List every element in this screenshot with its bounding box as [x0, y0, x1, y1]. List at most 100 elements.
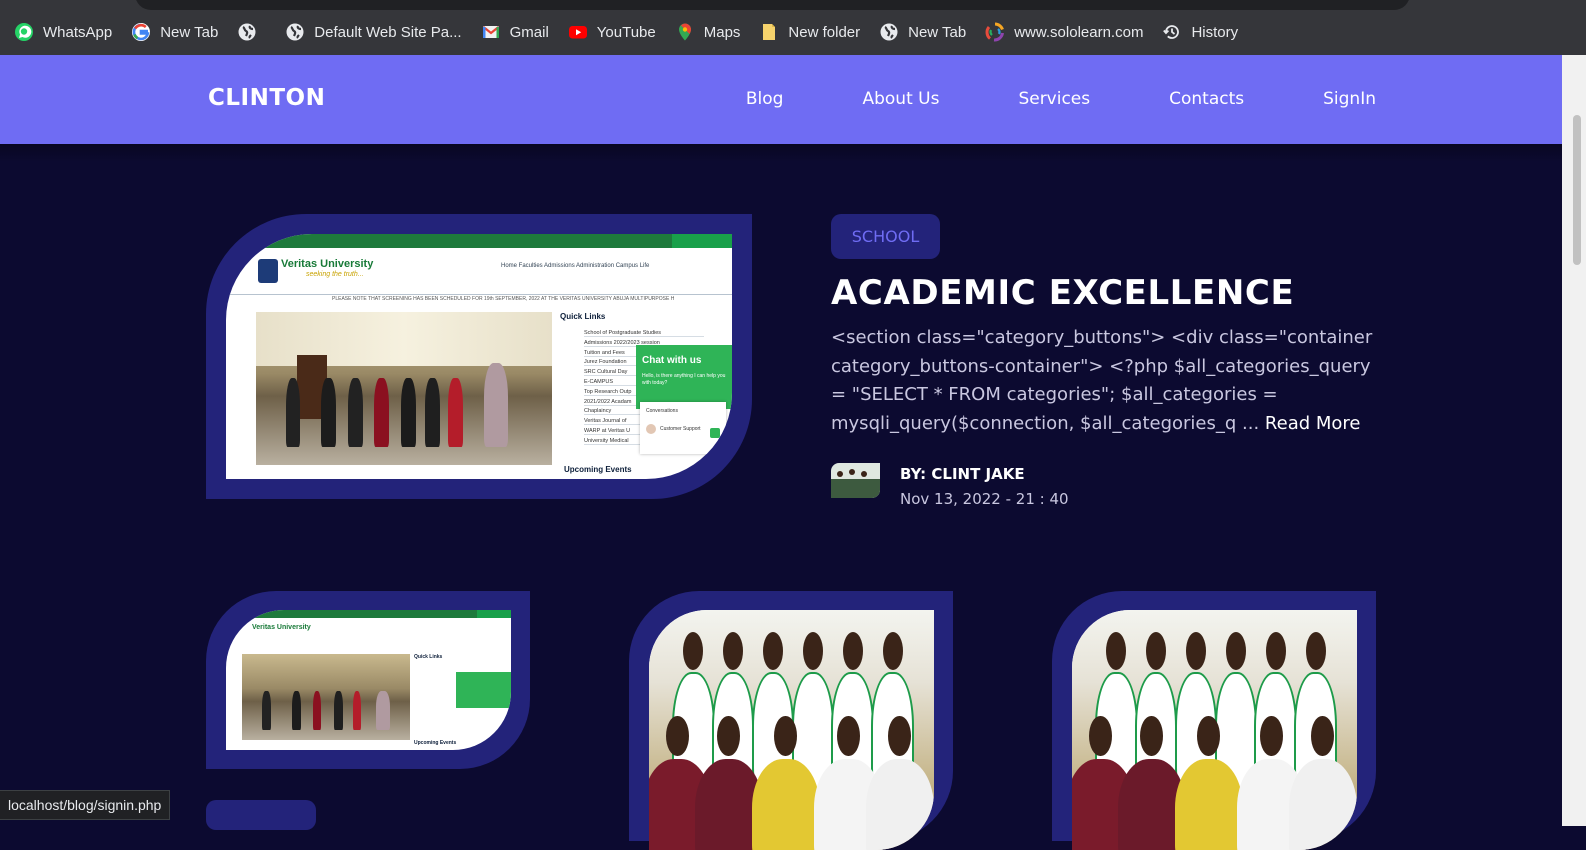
photo-person	[292, 691, 301, 730]
thumbnail-divider	[226, 294, 732, 295]
site-logo[interactable]: CLINTON	[208, 85, 325, 111]
photo-person-head	[842, 631, 863, 670]
support-avatar-icon	[646, 424, 656, 434]
thumbnail-chat-subtitle: Hello, is there anything I can help you …	[642, 373, 726, 386]
bookmarks-bar: WhatsApp New Tab Default Web Site Pa... …	[0, 14, 1586, 50]
photo-person-head	[1260, 715, 1283, 757]
photo-person	[865, 758, 934, 850]
photo-person-head	[666, 715, 689, 757]
photo-person	[352, 691, 362, 730]
sololearn-icon	[985, 22, 1005, 42]
photo-person-head	[802, 631, 823, 670]
bookmark-youtube[interactable]: YouTube	[568, 22, 656, 42]
bookmark-globe[interactable]	[237, 22, 266, 42]
nav-link-blog[interactable]: Blog	[746, 89, 784, 109]
thumbnail-notice: PLEASE NOTE THAT SCREENING HAS BEEN SCHE…	[332, 296, 675, 302]
photo-person	[285, 377, 301, 447]
photo-person-head	[837, 715, 860, 757]
thumbnail-ecampus-badge	[477, 610, 511, 618]
photo-person	[312, 691, 321, 730]
featured-post-title[interactable]: ACADEMIC EXCELLENCE	[831, 273, 1294, 313]
bookmark-sololearn[interactable]: www.sololearn.com	[985, 22, 1143, 42]
thumbnail-logo-text: Veritas University	[281, 258, 374, 270]
read-more-link[interactable]: Read More	[1265, 413, 1361, 434]
bookmark-new-tab-2[interactable]: New Tab	[879, 22, 966, 42]
thumbnail-chat-card: Conversations Customer Support	[640, 402, 726, 454]
post-card-image	[649, 610, 934, 850]
post-author: BY: CLINT JAKE	[900, 465, 1025, 483]
post-card-thumbnail[interactable]	[1052, 591, 1376, 850]
browser-toolbar: WhatsApp New Tab Default Web Site Pa... …	[0, 0, 1586, 55]
photo-person-head	[1089, 715, 1112, 757]
bookmark-maps[interactable]: Maps	[675, 22, 740, 42]
photo-person-head	[683, 631, 704, 670]
bookmark-new-tab[interactable]: New Tab	[131, 22, 218, 42]
post-card-thumbnail[interactable]	[629, 591, 953, 850]
thumbnail-topbar	[226, 234, 732, 248]
photo-person	[262, 691, 271, 730]
post-card-image: Veritas University Quick Links Upcoming …	[226, 610, 511, 750]
nav-link-signin[interactable]: SignIn	[1323, 89, 1376, 109]
university-crest-icon	[258, 259, 278, 283]
thumbnail-ecampus-badge	[672, 234, 732, 248]
nav-links: Blog About Us Services Contacts SignIn	[667, 89, 1376, 109]
post-card-image	[1072, 610, 1357, 850]
featured-thumbnail-frame[interactable]: Veritas University seeking the truth... …	[206, 214, 752, 499]
bookmark-gmail[interactable]: Gmail	[481, 22, 549, 42]
history-icon	[1162, 22, 1182, 42]
photo-person	[751, 758, 820, 850]
thumbnail-chat-title: Chat with us	[642, 355, 702, 366]
photo-person	[321, 377, 336, 447]
photo-person-head	[723, 631, 744, 670]
thumbnail-quick-link: School of Postgraduate Studies	[584, 330, 704, 337]
nav-link-contacts[interactable]: Contacts	[1169, 89, 1244, 109]
photo-person-head	[1106, 631, 1127, 670]
photo-person-head	[882, 631, 903, 670]
post-card-thumbnail[interactable]: Veritas University Quick Links Upcoming …	[206, 591, 530, 769]
thumbnail-chat-conversations: Conversations	[646, 408, 678, 414]
navbar-shadow	[0, 144, 1562, 162]
post-date: Nov 13, 2022 - 21 : 40	[900, 490, 1069, 508]
youtube-icon	[568, 22, 588, 42]
google-icon	[131, 22, 151, 42]
thumbnail-upcoming-events: Upcoming Events	[414, 740, 457, 746]
bookmark-whatsapp[interactable]: WhatsApp	[14, 22, 112, 42]
nav-link-about-us[interactable]: About Us	[862, 89, 939, 109]
globe-icon	[879, 22, 899, 42]
avatar-group-photo	[831, 478, 880, 498]
bookmark-default-web-site[interactable]: Default Web Site Pa...	[285, 22, 462, 42]
thumbnail-chat-widget: Chat with us Hello, is there anything I …	[636, 345, 732, 409]
avatar-person-head	[861, 471, 867, 477]
address-bar[interactable]	[135, 0, 1410, 10]
photo-person	[424, 377, 440, 447]
bookmark-new-folder[interactable]: New folder	[759, 22, 860, 42]
site-navbar: CLINTON Blog About Us Services Contacts …	[0, 55, 1562, 144]
gmail-icon	[481, 22, 501, 42]
thumbnail-tagline: seeking the truth...	[306, 271, 364, 278]
nav-link-services[interactable]: Services	[1018, 89, 1090, 109]
photo-person	[334, 691, 343, 730]
thumbnail-quick-links-title: Quick Links	[414, 654, 443, 660]
photo-person-head	[763, 631, 783, 670]
photo-person	[1288, 758, 1357, 850]
globe-icon	[285, 22, 305, 42]
photo-person	[376, 691, 390, 730]
featured-post-excerpt: <section class="category_buttons"> <div …	[831, 324, 1391, 438]
photo-person	[401, 377, 416, 447]
thumbnail-quick-links-title: Quick Links	[560, 312, 606, 321]
link-status-bubble: localhost/blog/signin.php	[0, 790, 171, 820]
bookmark-history[interactable]: History	[1162, 22, 1238, 42]
thumbnail-chat-widget	[456, 672, 511, 708]
avatar-person-head	[837, 471, 843, 477]
thumbnail-logo-text: Veritas University	[252, 624, 311, 631]
photo-person	[1174, 758, 1243, 850]
page-scrollbar[interactable]	[1562, 55, 1586, 826]
thumbnail-menu: Home Faculties Admissions Administration…	[501, 263, 650, 269]
photo-person-head	[1305, 631, 1326, 670]
category-button-school[interactable]: SCHOOL	[831, 214, 940, 259]
photo-person-head	[1146, 631, 1167, 670]
photo-person-head	[1265, 631, 1286, 670]
thumbnail-chat-support: Customer Support	[660, 426, 701, 432]
photo-person	[347, 377, 363, 447]
scrollbar-thumb[interactable]	[1573, 115, 1581, 265]
